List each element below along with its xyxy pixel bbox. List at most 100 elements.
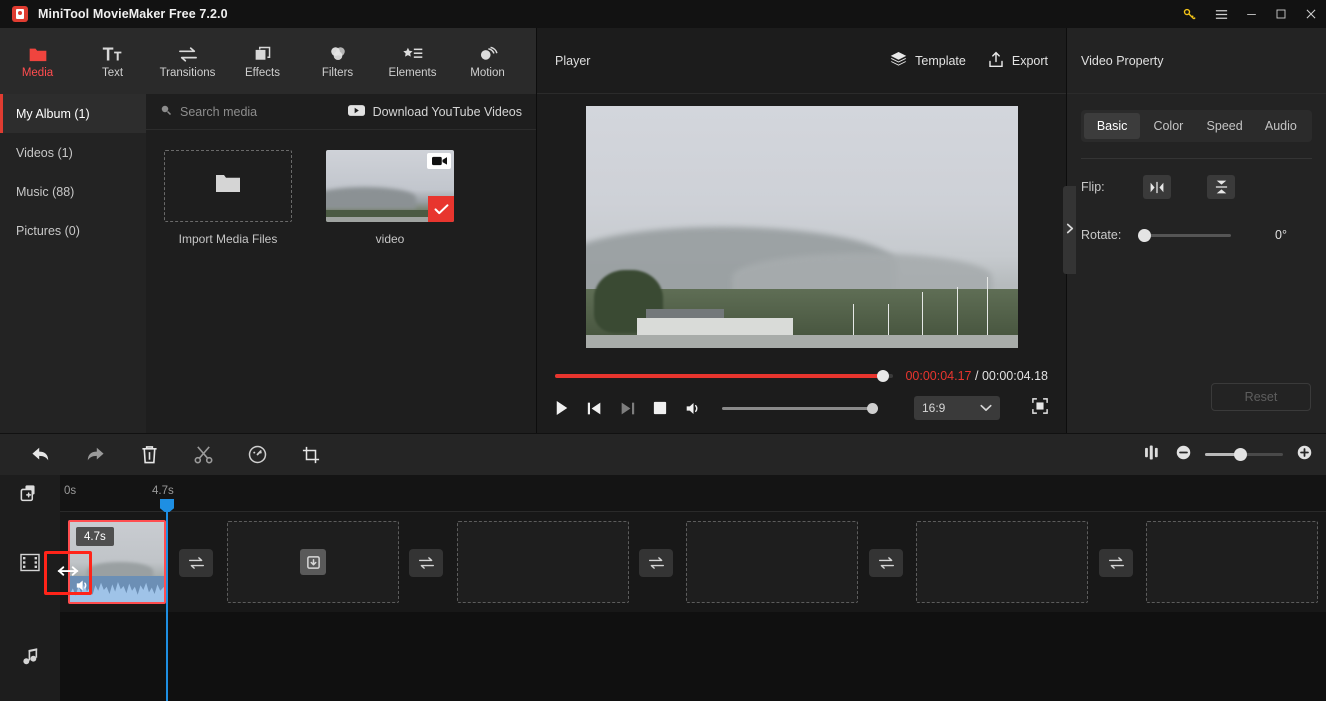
zoom-in-icon[interactable] <box>1297 445 1312 465</box>
window-title: MiniTool MovieMaker Free 7.2.0 <box>38 7 228 21</box>
sidebar-item-music[interactable]: Music (88) <box>0 172 146 211</box>
split-button[interactable] <box>176 434 230 476</box>
import-media-button[interactable] <box>164 150 292 222</box>
timeline-zoom-controls <box>1145 444 1312 465</box>
add-media-icon[interactable] <box>0 475 60 512</box>
media-panel: Search media Download YouTube Videos Imp… <box>146 94 536 433</box>
tab-color[interactable]: Color <box>1140 113 1196 139</box>
transition-slot-button[interactable] <box>1099 549 1133 577</box>
sidebar-item-label: Videos (1) <box>16 145 73 160</box>
rotate-slider[interactable] <box>1138 228 1231 242</box>
placeholder-slot[interactable] <box>916 521 1088 603</box>
volume-handle[interactable] <box>867 402 878 414</box>
close-icon[interactable] <box>1296 0 1326 28</box>
undo-button[interactable] <box>14 434 68 476</box>
tab-motion[interactable]: Motion <box>450 28 525 94</box>
tab-basic[interactable]: Basic <box>1084 113 1141 139</box>
placeholder-slot[interactable] <box>686 521 858 603</box>
minimize-icon[interactable] <box>1236 0 1266 28</box>
chevron-down-icon <box>980 401 992 415</box>
media-item-video[interactable]: video <box>326 150 466 246</box>
download-youtube-videos-button[interactable]: Download YouTube Videos <box>347 104 522 120</box>
transition-slot-button[interactable] <box>869 549 903 577</box>
main-toolbar: Media Text Transitions Effects Filters E… <box>0 28 536 94</box>
chevron-right-icon <box>1066 223 1074 237</box>
media-thumbnail[interactable] <box>326 150 454 222</box>
tab-audio[interactable]: Audio <box>1253 113 1309 139</box>
placeholder-slot[interactable] <box>457 521 629 603</box>
speed-button[interactable] <box>230 434 284 476</box>
play-icon[interactable] <box>555 400 569 416</box>
filters-icon <box>328 43 348 63</box>
timeline-ruler[interactable]: 0s 4.7s <box>60 475 1326 514</box>
tab-filters[interactable]: Filters <box>300 28 375 94</box>
playhead-line[interactable] <box>166 512 168 701</box>
export-label: Export <box>1011 53 1048 68</box>
redo-button[interactable] <box>68 434 122 476</box>
maximize-icon[interactable] <box>1266 0 1296 28</box>
current-time: 00:00:04.17 <box>905 369 972 383</box>
panel-collapse-handle[interactable] <box>1063 186 1076 274</box>
rotate-handle[interactable] <box>1138 228 1151 242</box>
placeholder-slot[interactable] <box>227 521 399 603</box>
placeholder-slot[interactable] <box>1146 521 1318 603</box>
youtube-download-icon <box>347 104 365 120</box>
transition-slot-button[interactable] <box>179 549 213 577</box>
flip-vertical-icon[interactable] <box>1207 175 1235 199</box>
tab-speed[interactable]: Speed <box>1197 113 1253 139</box>
volume-icon[interactable] <box>685 401 702 416</box>
tab-elements-label: Elements <box>388 67 437 79</box>
zoom-handle[interactable] <box>1234 448 1248 461</box>
sidebar-item-videos[interactable]: Videos (1) <box>0 133 146 172</box>
fit-to-screen-icon[interactable] <box>1145 444 1162 465</box>
fullscreen-icon[interactable] <box>1032 397 1048 419</box>
media-item-label: video <box>375 232 405 246</box>
seek-bar[interactable] <box>555 370 894 382</box>
thumbnail-hill <box>326 187 416 210</box>
template-button[interactable]: Template <box>890 51 966 70</box>
sidebar-item-pictures[interactable]: Pictures (0) <box>0 211 146 250</box>
effects-icon <box>253 43 273 63</box>
delete-button[interactable] <box>122 434 176 476</box>
music-note-icon <box>0 612 60 701</box>
tab-basic-label: Basic <box>1096 119 1128 133</box>
sidebar-item-my-album[interactable]: My Album (1) <box>0 94 146 133</box>
previous-frame-icon[interactable] <box>587 401 602 416</box>
tab-speed-label: Speed <box>1206 119 1243 133</box>
search-placeholder: Search media <box>180 104 258 119</box>
player-header: Player Template Export <box>537 28 1066 94</box>
transition-slot-button[interactable] <box>409 549 443 577</box>
tab-transitions[interactable]: Transitions <box>150 28 225 94</box>
crop-button[interactable] <box>284 434 338 476</box>
volume-slider[interactable] <box>722 402 878 414</box>
tab-media[interactable]: Media <box>0 28 75 94</box>
zoom-out-icon[interactable] <box>1176 445 1191 465</box>
audio-track[interactable] <box>60 612 1326 701</box>
flip-horizontal-icon[interactable] <box>1143 175 1171 199</box>
import-media-cell[interactable]: Import Media Files <box>164 150 304 246</box>
folder-icon <box>215 173 241 199</box>
reset-button[interactable]: Reset <box>1211 383 1311 411</box>
zoom-slider[interactable] <box>1205 448 1283 461</box>
next-frame-icon[interactable] <box>620 401 635 416</box>
video-track[interactable]: 4.7s <box>60 512 1326 612</box>
player-title: Player <box>555 53 591 68</box>
aspect-ratio-select[interactable]: 16:9 <box>914 396 1000 420</box>
search-input[interactable]: Search media <box>160 104 257 119</box>
export-button[interactable]: Export <box>988 51 1048 71</box>
tab-elements[interactable]: Elements <box>375 28 450 94</box>
video-preview[interactable] <box>585 105 1018 348</box>
transitions-icon <box>177 43 199 63</box>
seek-handle[interactable] <box>877 370 890 382</box>
template-label: Template <box>915 53 966 68</box>
check-icon[interactable] <box>428 196 454 222</box>
transition-slot-button[interactable] <box>639 549 673 577</box>
key-icon[interactable] <box>1172 0 1206 28</box>
title-bar: MiniTool MovieMaker Free 7.2.0 <box>0 0 1326 28</box>
hamburger-menu-icon[interactable] <box>1206 0 1236 28</box>
stop-icon[interactable] <box>653 401 667 415</box>
tab-text[interactable]: Text <box>75 28 150 94</box>
preview-pole <box>887 303 889 336</box>
ruler-tick-4_7s: 4.7s <box>152 485 174 497</box>
tab-effects[interactable]: Effects <box>225 28 300 94</box>
